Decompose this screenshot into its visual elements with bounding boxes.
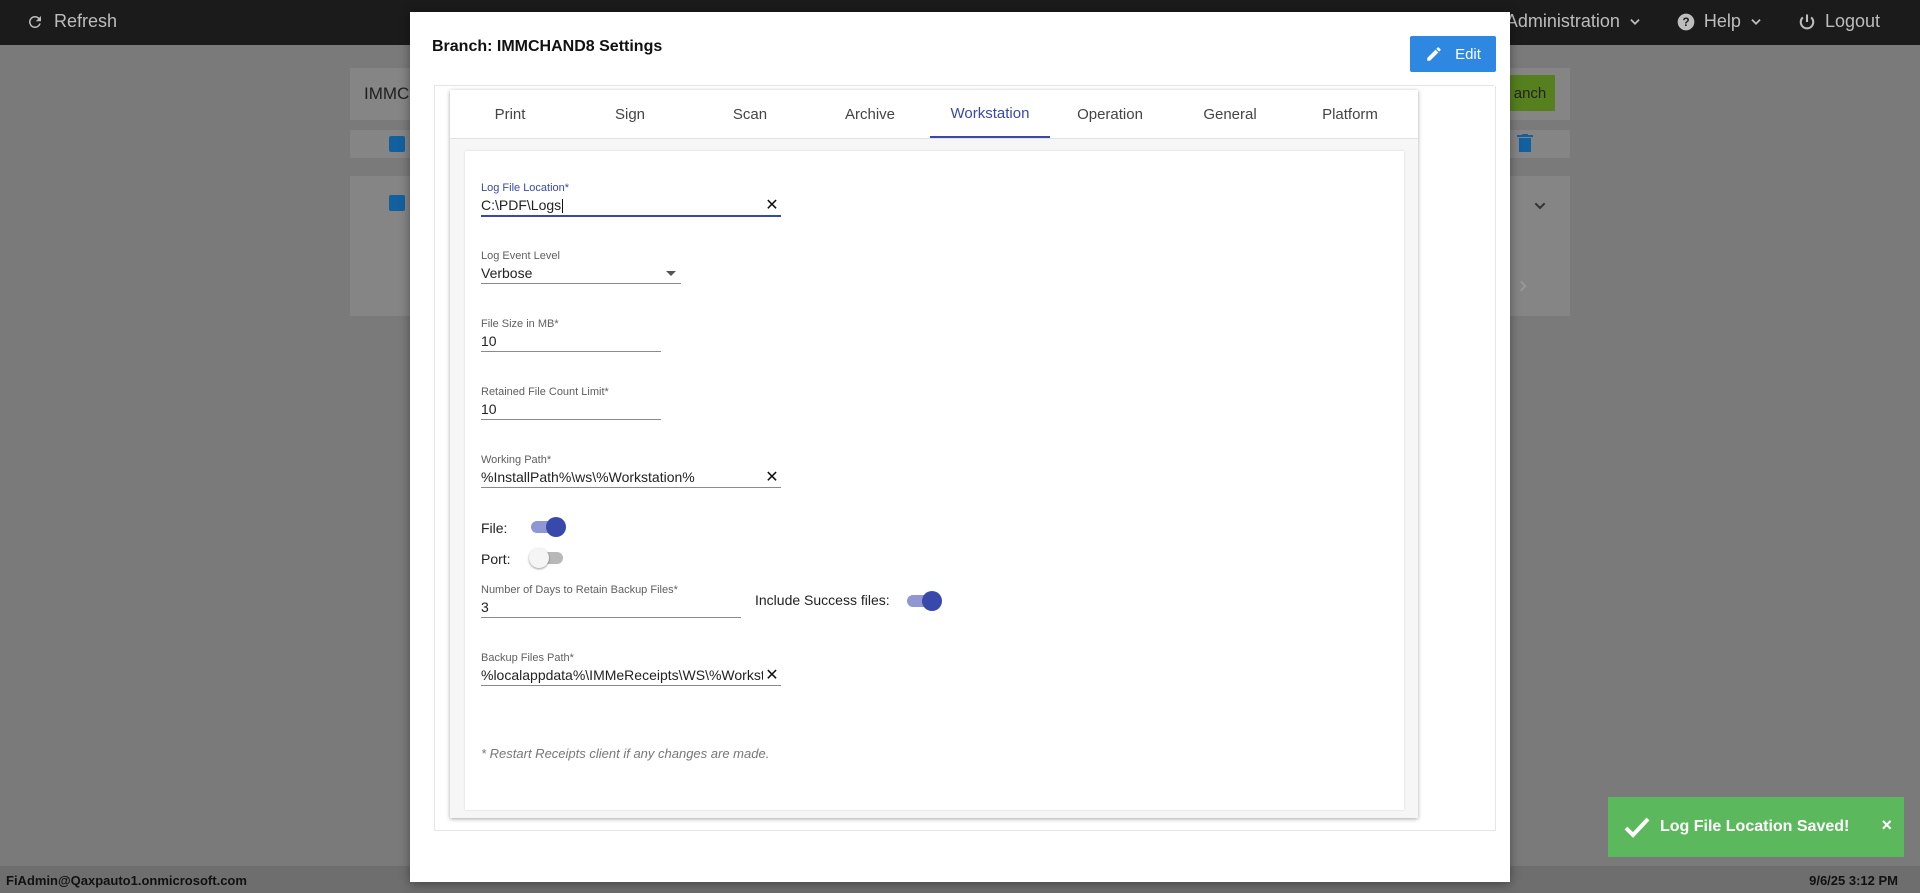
tab-print[interactable]: Print [450,90,570,138]
file-toggle-switch[interactable] [529,517,566,537]
clear-icon[interactable]: ✕ [763,467,781,487]
tab-archive[interactable]: Archive [810,90,930,138]
toast-message: Log File Location Saved! [1660,818,1850,835]
file-toggle-label: File: [481,520,508,536]
chevron-down-icon [1630,18,1640,25]
dialog-title: Branch: IMMCHAND8 Settings [432,38,663,55]
days-retain-backup-field: Number of Days to Retain Backup Files* 3 [481,583,741,618]
branch-settings-dialog: Branch: IMMCHAND8 Settings Edit Print Si… [410,12,1510,882]
log-file-location-label: Log File Location* [481,182,570,194]
log-file-location-field: Log File Location* C:\PDF\Logs ✕ [481,181,781,217]
help-menu[interactable]: ? Help [1676,11,1763,32]
status-timestamp: 9/6/25 3:12 PM [1809,873,1898,888]
backup-files-path-input[interactable]: %localappdata%\IMMeReceipts\WS\%Workstat… [481,667,763,683]
text-cursor [562,199,564,214]
refresh-button[interactable]: Refresh [26,11,117,32]
background-row-checkbox [389,195,405,211]
refresh-icon [29,15,41,28]
trash-icon [1517,134,1533,152]
administration-label: Administration [1505,11,1620,31]
file-size-value: 10 [481,333,497,349]
dropdown-arrow-icon [666,270,676,276]
background-search-value: IMMC [364,84,410,103]
settings-tabs: Print Sign Scan Archive Workstation Oper… [450,90,1418,139]
chevron-down-icon [1534,202,1546,210]
clear-icon[interactable]: ✕ [763,665,781,685]
settings-card: Print Sign Scan Archive Workstation Oper… [450,90,1418,818]
tab-operation[interactable]: Operation [1050,90,1170,138]
power-icon [1799,14,1815,29]
status-user: FiAdmin@Qaxpauto1.onmicrosoft.com [6,873,247,888]
edit-button[interactable]: Edit [1410,36,1496,72]
edit-label: Edit [1455,45,1481,63]
port-toggle-switch[interactable] [529,548,565,568]
days-retain-backup-value: 3 [481,599,489,615]
log-event-level-label: Log Event Level [481,250,560,262]
toast-close-button[interactable]: × [1881,815,1892,836]
log-file-location-input-row: C:\PDF\Logs ✕ [481,195,781,217]
retained-file-count-label: Retained File Count Limit* [481,386,609,398]
background-add-branch-button: anch [1505,75,1555,111]
checkmark-icon [1624,817,1650,838]
logout-label: Logout [1824,11,1880,31]
switch-thumb [529,548,549,568]
backup-files-path-input-row: %localappdata%\IMMeReceipts\WS\%Workstat… [481,665,781,686]
retained-file-count-input[interactable]: 10 [481,399,661,420]
administration-menu[interactable]: Administration [1506,11,1642,32]
help-icon: ? [1677,13,1695,30]
backup-files-path-field: Backup Files Path* %localappdata%\IMMeRe… [481,651,781,686]
tab-platform[interactable]: Platform [1290,90,1410,138]
working-path-field: Working Path* %InstallPath%\ws\%Workstat… [481,453,781,488]
chevron-right-icon [1520,280,1527,292]
logout-button[interactable]: Logout [1797,11,1880,32]
file-size-field: File Size in MB* 10 [481,317,661,352]
days-retain-backup-label: Number of Days to Retain Backup Files* [481,584,678,596]
backup-files-path-label: Backup Files Path* [481,652,574,664]
retained-file-count-field: Retained File Count Limit* 10 [481,385,661,420]
include-success-switch[interactable] [905,591,942,611]
refresh-label: Refresh [54,11,118,31]
tab-sign[interactable]: Sign [570,90,690,138]
clear-icon[interactable]: ✕ [763,195,781,215]
include-success-label: Include Success files: [755,592,890,608]
background-select-all-checkbox [389,136,405,152]
tab-general[interactable]: General [1170,90,1290,138]
file-size-label: File Size in MB* [481,318,559,330]
tab-scan[interactable]: Scan [690,90,810,138]
log-file-location-value: C:\PDF\Logs [481,196,562,213]
file-size-input[interactable]: 10 [481,331,661,352]
switch-thumb [922,591,942,611]
switch-thumb [546,517,566,537]
days-retain-backup-input[interactable]: 3 [481,597,741,618]
tab-workstation[interactable]: Workstation [930,90,1050,138]
working-path-input-row: %InstallPath%\ws\%Workstation% ✕ [481,467,781,488]
retained-file-count-value: 10 [481,401,497,417]
workstation-settings-panel: Log File Location* C:\PDF\Logs ✕ Log Eve… [465,151,1404,810]
port-toggle-label: Port: [481,551,511,567]
restart-note: * Restart Receipts client if any changes… [481,746,770,761]
background-add-branch-label: anch [1513,84,1547,102]
log-file-location-input[interactable]: C:\PDF\Logs [481,196,763,214]
log-event-level-select[interactable]: Verbose [481,263,681,284]
chevron-down-icon [1751,18,1761,25]
working-path-input[interactable]: %InstallPath%\ws\%Workstation% [481,469,763,485]
log-event-level-field: Log Event Level Verbose [481,249,681,284]
success-toast: Log File Location Saved! × [1608,797,1904,857]
pencil-icon [1427,47,1441,61]
svg-text:?: ? [1682,16,1689,29]
working-path-label: Working Path* [481,454,552,466]
help-label: Help [1703,11,1741,31]
log-event-level-value: Verbose [481,265,533,281]
